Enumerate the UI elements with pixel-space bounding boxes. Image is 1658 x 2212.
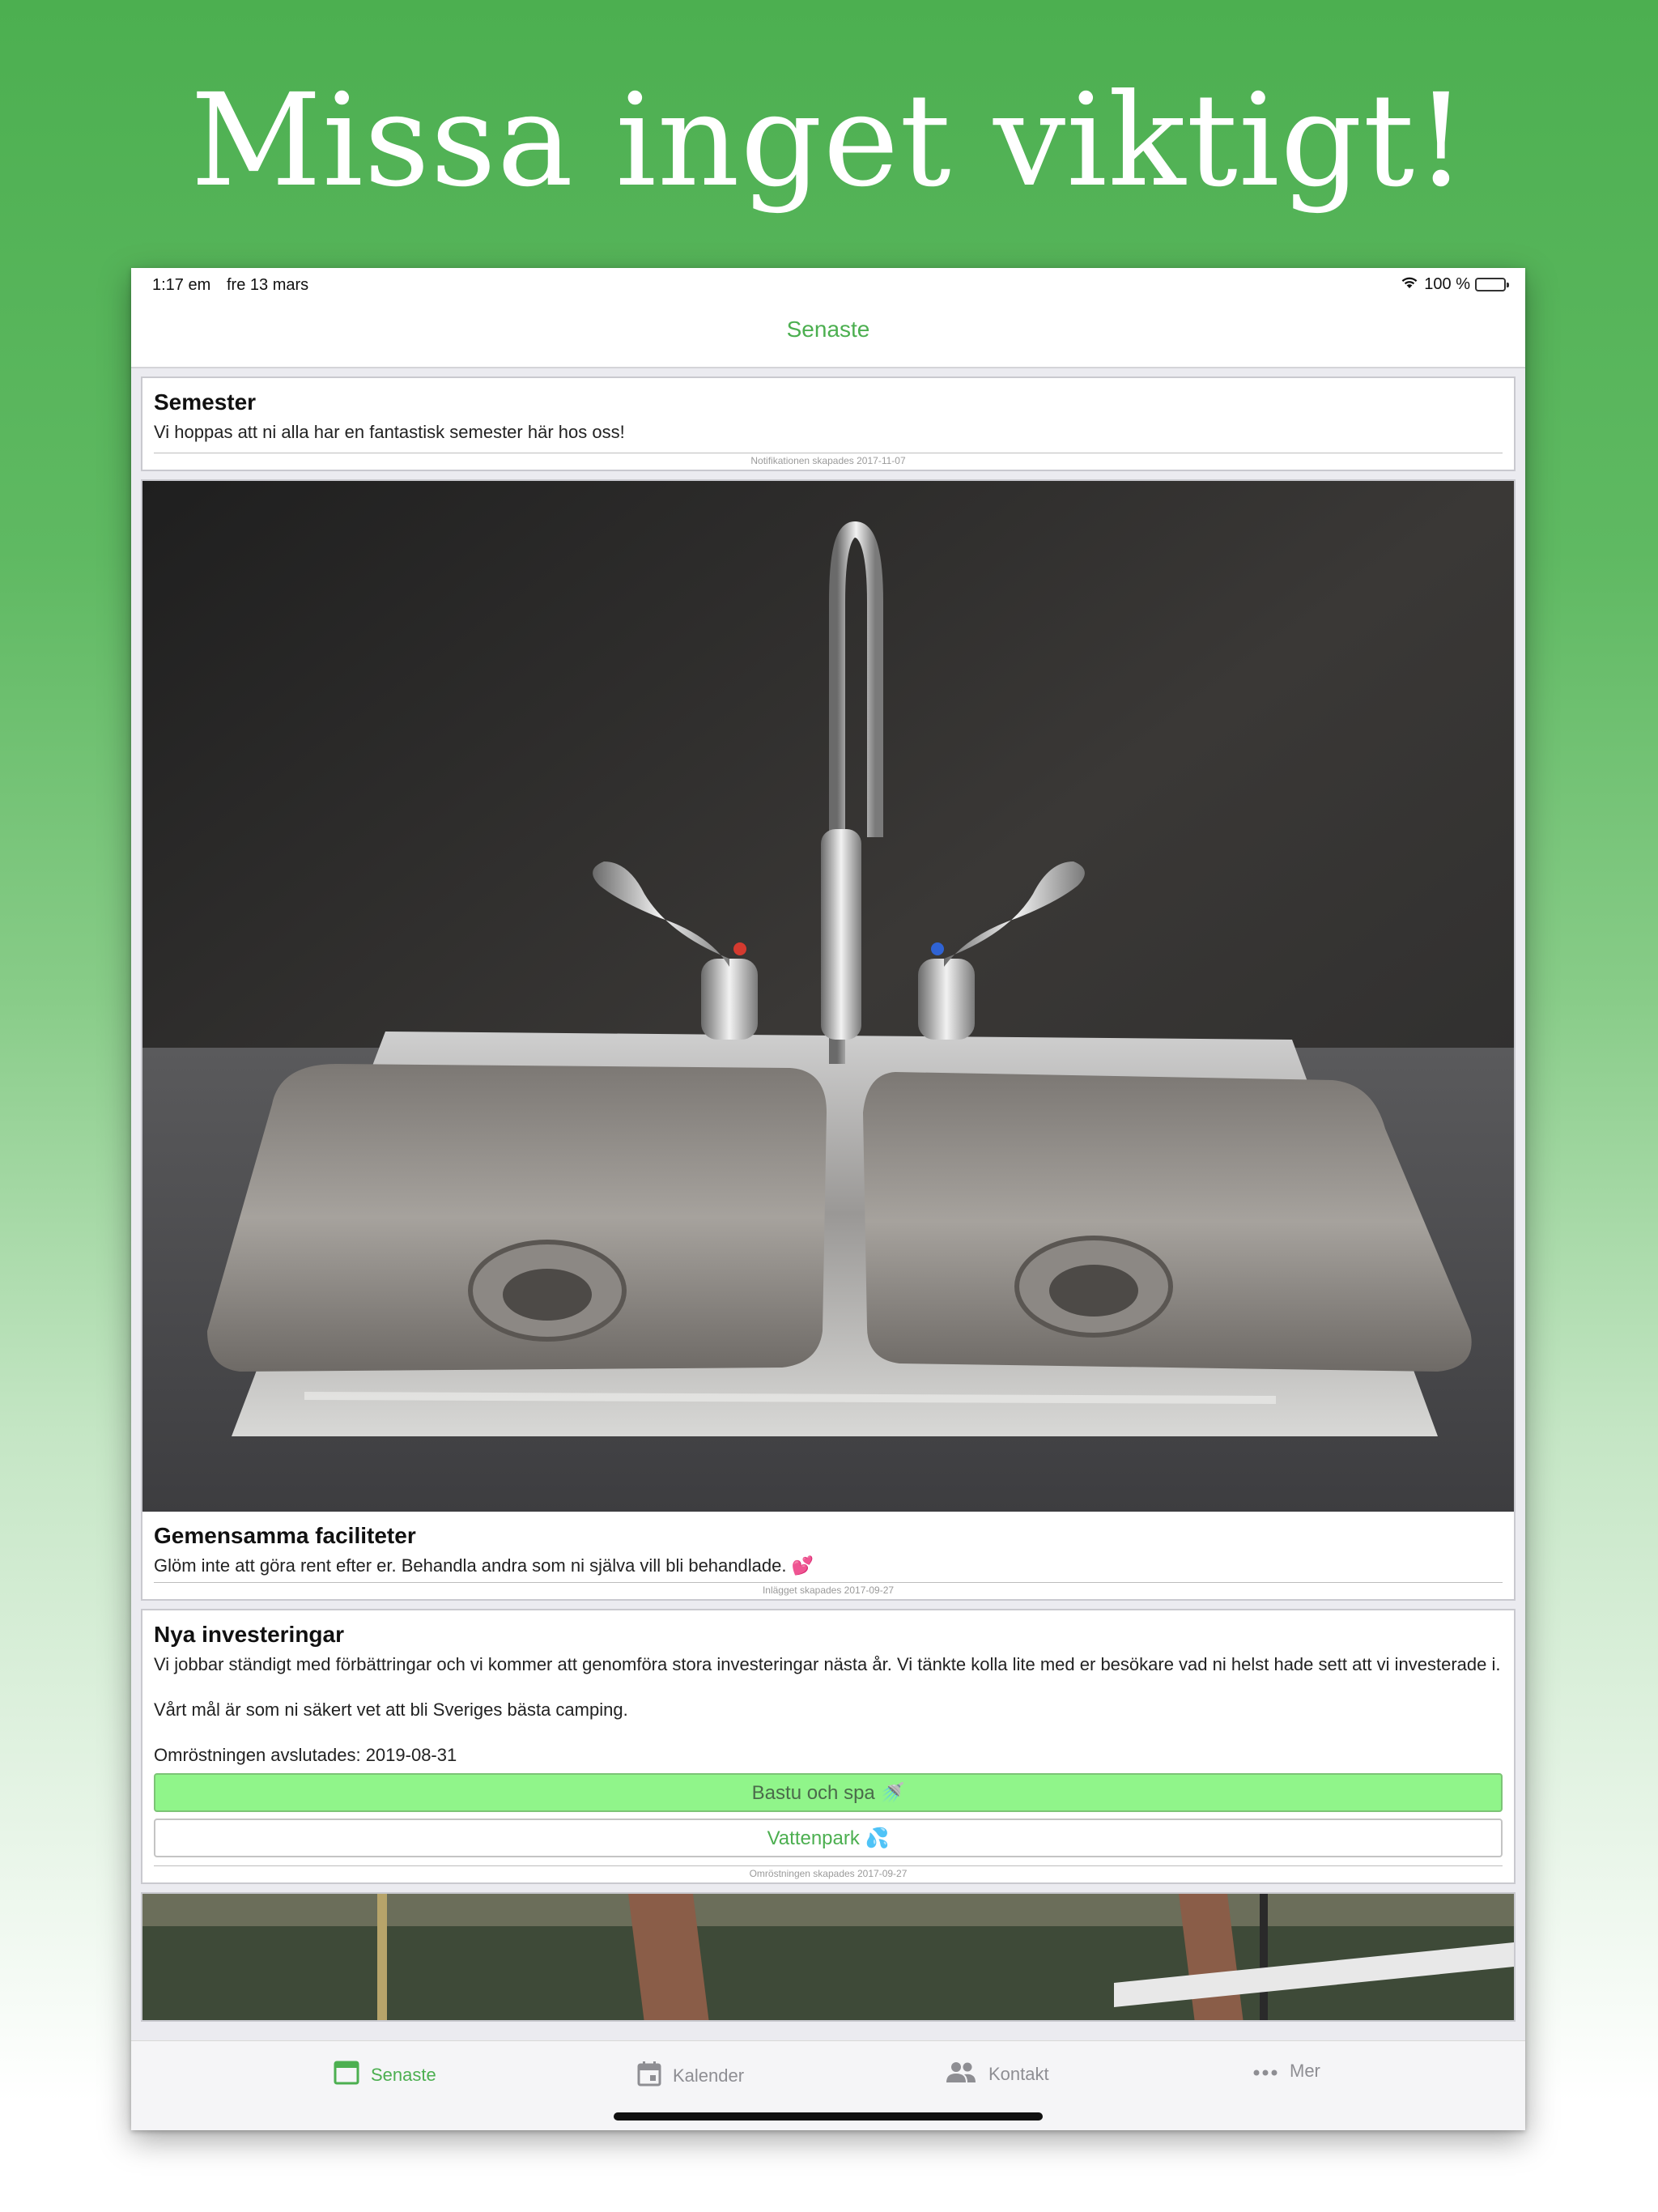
home-indicator[interactable] [614,2112,1043,2121]
status-date: fre 13 mars [227,276,309,294]
contacts-icon [945,2061,977,2088]
status-indicators: 100 % [1400,274,1509,294]
senaste-tab-icon [334,2061,359,2090]
card-text: Vårt mål är som ni säkert vet att bli Sv… [154,1699,628,1721]
poll-deadline: Omröstningen avslutades: 2019-08-31 [154,1744,457,1765]
post-card[interactable] [141,1892,1516,2023]
post-card[interactable]: Gemensamma faciliteter Glöm inte att gör… [141,479,1516,1602]
tab-kalender[interactable]: Kalender [637,2061,744,2091]
tab-bar: Senaste Kalender Kontakt Mer [131,2040,1525,2130]
status-bar: 1:17 em fre 13 mars 100 % [131,268,1525,300]
ipad-screen: 1:17 em fre 13 mars 100 % Senaste Semest… [131,268,1525,2130]
notification-card[interactable]: Semester Vi hoppas att ni alla har en fa… [141,376,1516,471]
navigation-bar: Senaste [131,300,1525,368]
status-time: 1:17 em [152,276,211,294]
tab-label: Kontakt [988,2064,1049,2084]
tab-label: Senaste [371,2065,436,2085]
card-footer: Notifikationen skapades 2017-11-07 [154,452,1503,470]
tab-label: Kalender [673,2065,745,2086]
news-feed[interactable]: Semester Vi hoppas att ni alla har en fa… [141,376,1516,2030]
wifi-icon [1400,274,1419,294]
card-text: Vi jobbar ständigt med förbättringar och… [154,1654,1501,1675]
card-text: Glöm inte att göra rent efter er. Behand… [154,1555,814,1576]
battery-icon [1475,277,1509,291]
poll-card[interactable]: Nya investeringar Vi jobbar ständigt med… [141,1609,1516,1885]
headline: Missa inget viktigt! [190,66,1468,215]
calendar-icon [637,2061,661,2091]
tab-label: Mer [1290,2061,1320,2081]
card-footer: Omröstningen skapades 2017-09-27 [154,1865,1503,1882]
poll-option-vattenpark[interactable]: Vattenpark 💦 [154,1819,1503,1858]
battery-percentage: 100 % [1424,274,1470,293]
card-footer: Inlägget skapades 2017-09-27 [154,1582,1503,1599]
tab-senaste[interactable]: Senaste [334,2061,436,2090]
tab-kontakt[interactable]: Kontakt [945,2061,1049,2088]
card-title: Gemensamma faciliteter [154,1522,416,1548]
tab-mer[interactable]: Mer [1252,2061,1320,2082]
sink-photo [142,480,1514,1512]
post-photo [142,1894,1514,2021]
page-title: Senaste [786,317,870,342]
card-text: Vi hoppas att ni alla har en fantastisk … [154,422,625,442]
poll-option-bastu[interactable]: Bastu och spa 🚿 [154,1773,1503,1813]
more-icon [1252,2061,1278,2082]
card-title: Nya investeringar [154,1622,344,1648]
card-title: Semester [154,389,257,415]
